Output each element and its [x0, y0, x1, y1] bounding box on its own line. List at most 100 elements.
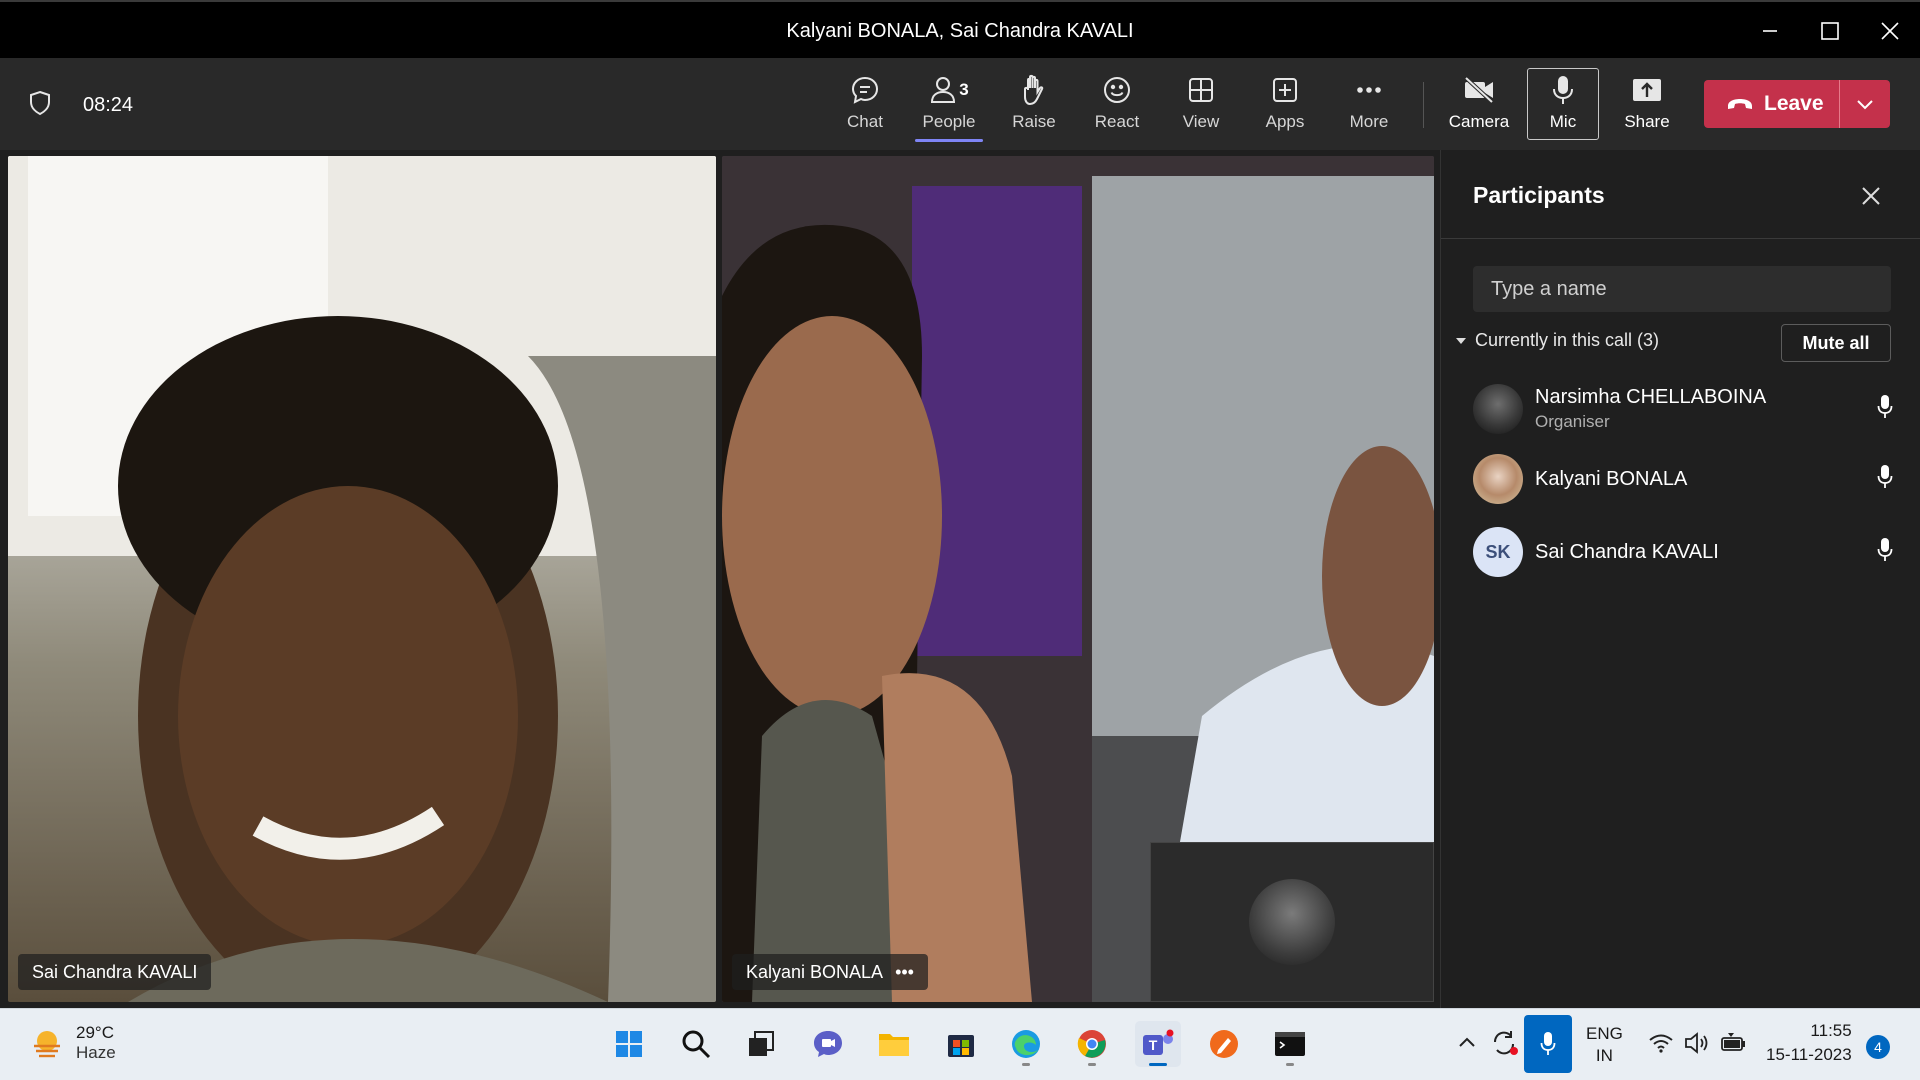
- leave-button-group: Leave: [1704, 80, 1890, 128]
- network-button[interactable]: [1648, 1033, 1674, 1058]
- share-button[interactable]: Share: [1609, 72, 1685, 138]
- language-code: ENG: [1586, 1024, 1623, 1043]
- more-label: More: [1349, 112, 1389, 131]
- battery-charging-icon: [1721, 1033, 1745, 1051]
- maximize-button[interactable]: [1800, 2, 1860, 60]
- taskbar-teams[interactable]: T: [1135, 1021, 1181, 1067]
- taskbar-edge[interactable]: [1003, 1021, 1049, 1067]
- video-participant-name: Kalyani BONALA: [746, 961, 884, 982]
- more-button[interactable]: More: [1331, 72, 1407, 138]
- haze-sun-icon: [34, 1031, 60, 1058]
- shield-icon[interactable]: [28, 90, 52, 121]
- language-region: IN: [1595, 1046, 1613, 1065]
- taskbar-pen-app[interactable]: [1201, 1021, 1247, 1067]
- hand-icon: [1020, 72, 1048, 108]
- show-hidden-icons-button[interactable]: [1458, 1033, 1476, 1053]
- participant-name: Kalyani BONALA: [1535, 467, 1688, 490]
- close-icon: [1881, 22, 1899, 40]
- weather-description: Haze: [76, 1043, 116, 1062]
- grid-icon: [1187, 72, 1215, 108]
- active-tab-indicator: [915, 139, 983, 142]
- self-view-tile[interactable]: [1150, 842, 1434, 1002]
- chevron-up-icon: [1459, 1037, 1475, 1047]
- taskbar-chrome[interactable]: [1069, 1021, 1115, 1067]
- taskbar-search-button[interactable]: [673, 1021, 719, 1067]
- camera-label: Camera: [1448, 112, 1510, 131]
- chrome-icon: [1077, 1030, 1106, 1058]
- clock-time: 11:55: [1810, 1021, 1852, 1040]
- toolbar-divider: [1423, 82, 1424, 128]
- taskbar-store[interactable]: [938, 1021, 984, 1067]
- notification-badge[interactable]: 4: [1866, 1035, 1890, 1059]
- people-count: 3: [959, 80, 969, 99]
- maximize-icon: [1821, 22, 1839, 40]
- leave-button[interactable]: Leave: [1704, 80, 1840, 128]
- raise-label: Raise: [1012, 112, 1056, 131]
- participant-video-feed: [8, 156, 716, 1002]
- battery-button[interactable]: [1720, 1031, 1748, 1060]
- camera-button[interactable]: Camera: [1441, 72, 1517, 138]
- leave-label: Leave: [1764, 92, 1824, 115]
- mic-in-use-button[interactable]: [1524, 1015, 1572, 1073]
- window-title: Kalyani BONALA, Sai Chandra KAVALI: [786, 20, 1134, 42]
- svg-text:T: T: [1149, 1037, 1158, 1053]
- video-tile-sai-chandra[interactable]: Sai Chandra KAVALI: [8, 156, 716, 1002]
- pen-app-icon: [1210, 1030, 1238, 1058]
- apps-button[interactable]: Apps: [1247, 72, 1323, 138]
- mic-icon: [1877, 394, 1893, 425]
- mute-all-button[interactable]: Mute all: [1781, 324, 1891, 362]
- participant-row[interactable]: SK Sai Chandra KAVALI: [1473, 521, 1893, 583]
- panel-divider: [1441, 238, 1920, 239]
- taskbar-meet-app[interactable]: [805, 1021, 851, 1067]
- volume-button[interactable]: [1684, 1031, 1712, 1060]
- chat-icon: [850, 72, 880, 108]
- view-button[interactable]: View: [1163, 72, 1239, 138]
- taskbar-clock[interactable]: 11:55 15-11-2023: [1766, 1019, 1852, 1067]
- participant-role: Organiser: [1535, 412, 1610, 431]
- participant-name: Sai Chandra KAVALI: [1535, 540, 1719, 563]
- task-view-button[interactable]: [738, 1021, 784, 1067]
- share-label: Share: [1624, 112, 1670, 131]
- sync-status-button[interactable]: [1490, 1029, 1520, 1062]
- section-header-in-call[interactable]: Currently in this call (3): [1455, 330, 1659, 351]
- caret-down-icon: [1456, 337, 1466, 344]
- running-indicator: [1088, 1063, 1096, 1066]
- chat-label: Chat: [847, 112, 883, 131]
- avatar-initials: SK: [1473, 527, 1523, 577]
- windows-start-button[interactable]: [606, 1021, 652, 1067]
- close-panel-button[interactable]: [1857, 182, 1885, 210]
- participant-search-input[interactable]: [1473, 266, 1891, 312]
- video-participant-name: Sai Chandra KAVALI: [32, 961, 198, 982]
- task-view-icon: [749, 1031, 774, 1056]
- file-explorer-icon: [879, 1034, 909, 1056]
- running-indicator: [1286, 1063, 1294, 1066]
- chat-button[interactable]: Chat: [827, 72, 903, 138]
- raise-hand-button[interactable]: Raise: [996, 72, 1072, 138]
- minimize-button[interactable]: [1740, 2, 1800, 60]
- leave-options-button[interactable]: [1840, 98, 1890, 110]
- people-button[interactable]: 3 People: [911, 72, 987, 142]
- video-stage: Sai Chandra KAVALI Kalyani BONALA •••: [0, 150, 1440, 1008]
- panel-title: Participants: [1473, 182, 1605, 208]
- clock-date: 15-11-2023: [1766, 1045, 1852, 1064]
- input-language-button[interactable]: ENG IN: [1586, 1023, 1623, 1067]
- more-icon: [1354, 72, 1384, 108]
- react-button[interactable]: React: [1079, 72, 1155, 138]
- section-label: Currently in this call (3): [1475, 330, 1660, 350]
- taskbar-file-explorer[interactable]: [871, 1021, 917, 1067]
- more-options-icon[interactable]: •••: [895, 962, 914, 983]
- hang-up-icon: [1728, 99, 1752, 109]
- weather-widget[interactable]: 29°C Haze: [30, 1023, 116, 1063]
- share-icon: [1631, 72, 1663, 108]
- windows-start-icon: [616, 1031, 642, 1057]
- mic-active-outline: [1527, 68, 1599, 140]
- chevron-down-icon: [1857, 100, 1873, 110]
- avatar: [1473, 384, 1523, 434]
- close-window-button[interactable]: [1860, 2, 1920, 60]
- participant-row[interactable]: Kalyani BONALA: [1473, 448, 1893, 510]
- participants-panel: Participants Currently in this call (3) …: [1440, 150, 1920, 1008]
- taskbar-terminal[interactable]: [1267, 1021, 1313, 1067]
- search-icon: [682, 1030, 711, 1059]
- react-label: React: [1094, 112, 1140, 131]
- participant-row[interactable]: Narsimha CHELLABOINA Organiser: [1473, 378, 1893, 440]
